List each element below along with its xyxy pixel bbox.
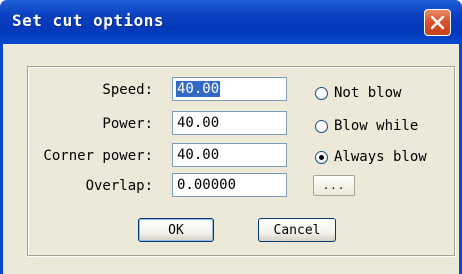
power-value: 40.00 (177, 115, 220, 131)
power-label: Power: (102, 116, 153, 132)
radio-not-blow-label: Not blow (334, 85, 402, 101)
ok-button[interactable]: OK (138, 218, 214, 242)
title-bar[interactable]: Set cut options (0, 0, 462, 44)
speed-label: Speed: (102, 82, 153, 98)
radio-not-blow[interactable]: Not blow (315, 84, 455, 102)
cancel-button[interactable]: Cancel (258, 218, 336, 242)
dialog-window: Set cut options Speed: Power: Corner pow… (0, 0, 462, 274)
radio-always-blow-label: Always blow (334, 149, 427, 165)
corner-power-value: 40.00 (177, 147, 220, 163)
corner-power-label: Corner power: (43, 148, 153, 164)
speed-input[interactable]: 40.00 (172, 77, 287, 101)
window-title: Set cut options (12, 11, 164, 30)
radio-always-blow[interactable]: Always blow (315, 148, 455, 166)
speed-value: 40.00 (176, 81, 221, 97)
radio-blow-while[interactable]: Blow while (315, 117, 455, 135)
corner-power-input[interactable]: 40.00 (172, 143, 287, 167)
radio-not-blow-circle[interactable] (315, 86, 328, 100)
close-icon (430, 15, 445, 30)
dialog-body: Speed: Power: Corner power: Overlap: 40.… (3, 44, 459, 274)
radio-blow-while-label: Blow while (334, 118, 419, 134)
radio-blow-while-circle[interactable] (315, 119, 328, 133)
overlap-value: 0.00000 (177, 177, 237, 193)
overlap-label: Overlap: (85, 178, 153, 194)
power-input[interactable]: 40.00 (172, 111, 287, 135)
overlap-input[interactable]: 0.00000 (172, 173, 287, 197)
browse-button[interactable]: ... (313, 175, 355, 196)
close-button[interactable] (424, 9, 451, 36)
radio-always-blow-circle[interactable] (315, 150, 328, 164)
